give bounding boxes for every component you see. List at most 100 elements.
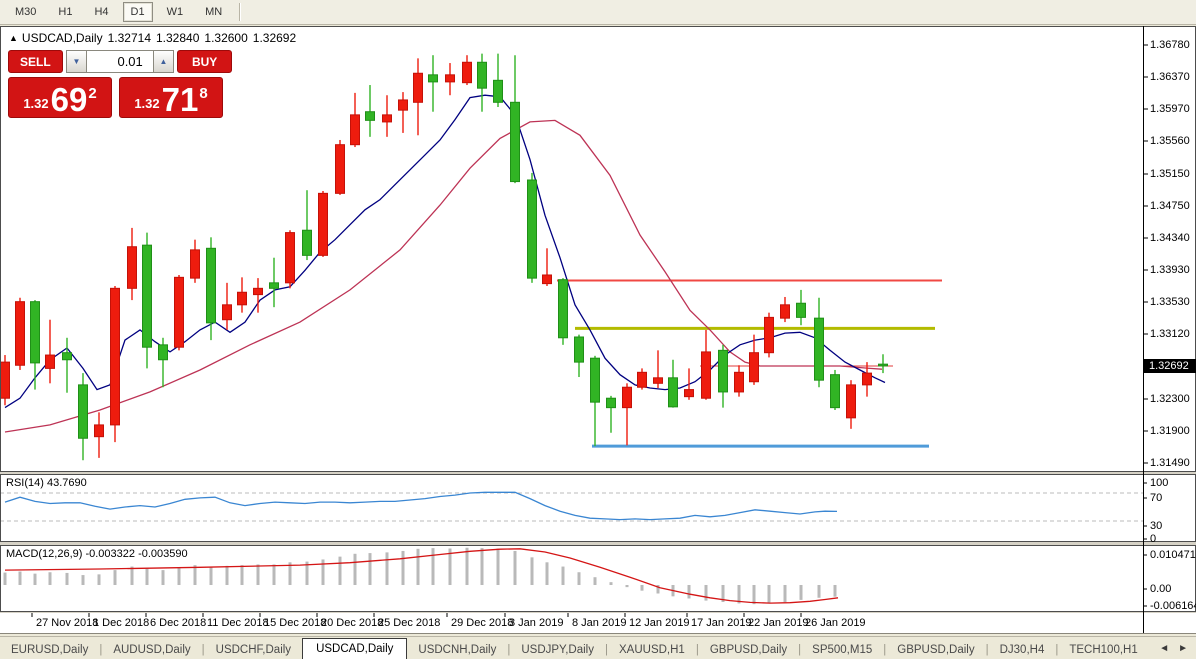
price-axis-label: 1.31490 xyxy=(1150,457,1196,469)
candle-body xyxy=(494,80,503,102)
symbol-tab-sp500[interactable]: SP500,M15 xyxy=(801,641,883,659)
tab-scroll-left-icon[interactable]: ◄ xyxy=(1159,643,1169,654)
price-axis-label: 1.31900 xyxy=(1150,425,1196,437)
candle-body xyxy=(16,302,25,366)
candle-body xyxy=(879,364,888,366)
symbol-tab-usdchf[interactable]: USDCHF,Daily xyxy=(205,641,302,659)
timeframe-button-w1[interactable]: W1 xyxy=(159,2,192,22)
candle-body xyxy=(429,75,438,82)
date-axis-label: 26 Jan 2019 xyxy=(805,617,866,629)
price-axis-label: 1.35970 xyxy=(1150,103,1196,115)
candle-body xyxy=(478,62,487,88)
candle-body xyxy=(286,233,295,283)
price-axis-label: 1.34750 xyxy=(1150,200,1196,212)
date-axis-label: 25 Dec 2018 xyxy=(378,617,440,629)
timeframe-button-h1[interactable]: H1 xyxy=(50,2,80,22)
candle-body xyxy=(638,372,647,387)
collapse-arrow-icon[interactable]: ▲ xyxy=(9,33,18,43)
sell-price-pip: 2 xyxy=(88,85,96,102)
buy-button[interactable]: BUY xyxy=(177,50,232,73)
sell-price-big: 69 xyxy=(51,85,88,115)
macd-indicator-label: MACD(12,26,9) -0.003322 -0.003590 xyxy=(6,548,188,560)
candle-body xyxy=(654,378,663,383)
volume-increase-button[interactable]: ▲ xyxy=(153,50,174,73)
macd-axis-label: 0.010471 xyxy=(1150,549,1196,561)
candle-body xyxy=(607,398,616,407)
volume-decrease-button[interactable]: ▼ xyxy=(66,50,87,73)
candle-body xyxy=(223,305,232,320)
symbol-tab-tech100[interactable]: TECH100,H1 xyxy=(1058,641,1148,659)
ohlc-low: 1.32600 xyxy=(204,31,247,45)
candle-body xyxy=(463,62,472,82)
buy-price-box[interactable]: 1.32 71 8 xyxy=(119,77,223,118)
price-axis-label: 1.33120 xyxy=(1150,328,1196,340)
symbol-tab-usdjpy[interactable]: USDJPY,Daily xyxy=(510,641,605,659)
candle-body xyxy=(847,385,856,418)
candle-body xyxy=(511,102,520,181)
candle-body xyxy=(31,302,40,363)
trading-platform-window: M30H1H4D1W1MN ▲USDCAD,Daily1.327141.3284… xyxy=(0,0,1196,659)
price-axis-label: 1.35150 xyxy=(1150,168,1196,180)
symbol-tab-audusd[interactable]: AUDUSD,Daily xyxy=(102,641,201,659)
date-axis-label: 20 Dec 2018 xyxy=(321,617,383,629)
price-axis-label: 1.32300 xyxy=(1150,393,1196,405)
symbol-period-label: USDCAD,Daily xyxy=(22,31,103,45)
candle-body xyxy=(383,115,392,122)
symbol-tab-dj30[interactable]: DJ30,H4 xyxy=(989,641,1056,659)
date-axis-label: 27 Nov 2018 xyxy=(36,617,98,629)
symbol-tab-eurusd[interactable]: EURUSD,Daily xyxy=(0,641,99,659)
candle-body xyxy=(815,318,824,380)
candle-body xyxy=(238,292,247,305)
tab-scroll-right-icon[interactable]: ► xyxy=(1178,643,1188,654)
candle-body xyxy=(319,193,328,255)
current-price-badge: 1.32692 xyxy=(1144,359,1196,373)
timeframe-button-mn[interactable]: MN xyxy=(197,2,230,22)
symbol-tab-gbpusd[interactable]: GBPUSD,Daily xyxy=(699,641,798,659)
candle-body xyxy=(270,283,279,288)
candle-body xyxy=(575,337,584,362)
tab-scroll-controls: ◄► xyxy=(1159,637,1196,659)
candle-body xyxy=(254,288,263,294)
candle-body xyxy=(175,277,184,347)
candle-body xyxy=(366,112,375,121)
ohlc-high: 1.32840 xyxy=(156,31,199,45)
candle-body xyxy=(735,372,744,392)
candle-body xyxy=(750,353,759,382)
price-axis-label: 1.33530 xyxy=(1150,296,1196,308)
price-axis-label: 1.35560 xyxy=(1150,135,1196,147)
symbol-tab-usdcad-active[interactable]: USDCAD,Daily xyxy=(302,638,407,659)
date-axis-label: 8 Jan 2019 xyxy=(572,617,626,629)
buy-price-big: 71 xyxy=(162,85,199,115)
candle-body xyxy=(79,385,88,438)
spin-down-icon: ▼ xyxy=(73,57,81,66)
candle-body xyxy=(781,305,790,318)
candle-body xyxy=(336,145,345,194)
candle-body xyxy=(702,352,711,398)
volume-input[interactable]: 0.01 xyxy=(87,50,153,73)
candle-body xyxy=(623,387,632,407)
symbol-tab-usdcnh[interactable]: USDCNH,Daily xyxy=(407,641,507,659)
candle-body xyxy=(831,375,840,408)
date-axis-label: 15 Dec 2018 xyxy=(264,617,326,629)
timeframe-button-d1[interactable]: D1 xyxy=(123,2,153,22)
candle-body xyxy=(669,378,678,407)
candle-body xyxy=(559,280,568,338)
candle-body xyxy=(207,248,216,323)
candle-body xyxy=(446,75,455,82)
timeframe-button-m30[interactable]: M30 xyxy=(7,2,44,22)
price-axis-label: 1.36780 xyxy=(1150,39,1196,51)
rsi-axis-label: 70 xyxy=(1150,492,1162,504)
rsi-axis-label: 100 xyxy=(1150,477,1168,489)
candle-body xyxy=(685,390,694,397)
date-axis-label: 22 Jan 2019 xyxy=(748,617,809,629)
date-axis-label: 3 Jan 2019 xyxy=(509,617,563,629)
spin-up-icon: ▲ xyxy=(160,57,168,66)
symbol-tab-gbpusd[interactable]: GBPUSD,Daily xyxy=(886,641,985,659)
symbol-tab-xauusd[interactable]: XAUUSD,H1 xyxy=(608,641,696,659)
sell-button[interactable]: SELL xyxy=(8,50,63,73)
timeframe-button-h4[interactable]: H4 xyxy=(86,2,116,22)
sell-price-box[interactable]: 1.32 69 2 xyxy=(8,77,112,118)
candle-body xyxy=(46,355,55,368)
price-axis-label: 1.34340 xyxy=(1150,232,1196,244)
date-axis-label: 6 Dec 2018 xyxy=(150,617,206,629)
